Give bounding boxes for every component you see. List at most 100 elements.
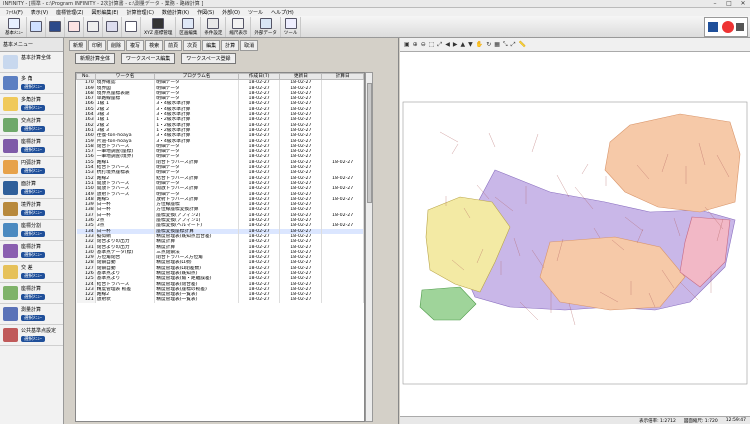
sidebar-item-select-button[interactable]: 選択ﾒﾆｭｰ (21, 189, 45, 195)
hand-icon[interactable]: ✋ (476, 41, 483, 48)
ruler-icon[interactable]: 📏 (519, 41, 526, 48)
pan-down-icon[interactable]: ▼ (468, 41, 473, 48)
sidebar-item-3[interactable]: 交点計算選択ﾒﾆｭｰ (0, 115, 63, 136)
grid-icon[interactable]: ▦ (494, 41, 500, 48)
basic-menu-button[interactable]: 基本ﾒﾆｭｰ (2, 16, 27, 37)
menu-coord[interactable]: 座標管理(Z) (52, 9, 87, 16)
menu-view[interactable]: 表示(V) (27, 9, 52, 16)
window-title: INFINITY - [標準 - c:\Program INFINITY - 2… (3, 1, 204, 7)
menu-bar: ﾌｧｲﾙ(F) 表示(V) 座標管理(Z) 図形編集(E) 計算管理(C) 数値… (0, 8, 750, 16)
zoom-window-icon[interactable]: ⬚ (429, 41, 435, 48)
worksheet-edit-button[interactable]: ワークスペース編集 (121, 52, 176, 64)
sidebar-item-7[interactable]: 境界計算選択ﾒﾆｭｰ (0, 199, 63, 220)
sidebar-item-select-button[interactable]: 選択ﾒﾆｭｰ (21, 84, 45, 90)
scale-button[interactable]: 縮尺表示 (226, 16, 252, 37)
zoom-out-icon[interactable]: ⊖ (421, 41, 426, 48)
table-row[interactable]: 121 放射状 精度管理表(一覧表) 18-02-27 18-02-27 (76, 297, 364, 303)
stamp-button[interactable] (122, 16, 141, 37)
sidebar-item-select-button[interactable]: 選択ﾒﾆｭｰ (21, 126, 45, 132)
zoom-in-icon[interactable]: ⊕ (413, 41, 418, 48)
sidebar-item-select-button[interactable]: 選択ﾒﾆｭｰ (21, 336, 45, 342)
menu-calc[interactable]: 計算管理(C) (123, 9, 158, 16)
sidebar-header[interactable]: 基本メニュー (0, 38, 63, 52)
tool-button[interactable]: ツール (281, 16, 302, 37)
pan-up-icon[interactable]: ▲ (460, 41, 465, 48)
list-tool-8[interactable]: 計算 (221, 39, 240, 51)
list-tool-5[interactable]: 前頁 (164, 39, 183, 51)
layout-button[interactable] (103, 16, 122, 37)
menu-help[interactable]: ヘルプ(H) (267, 9, 298, 16)
sidebar-item-8[interactable]: 座標分割 選択ﾒﾆｭｰ (0, 220, 63, 241)
print-button[interactable] (84, 16, 103, 37)
menu-file[interactable]: ﾌｧｲﾙ(F) (2, 9, 27, 16)
menu-numeric[interactable]: 数値計算(K) (158, 9, 193, 16)
sidebar-item-4[interactable]: 座標計算 選択ﾒﾆｭｰ (0, 136, 63, 157)
minimize-icon[interactable]: – (708, 0, 722, 8)
window-controls: – □ ✕ (708, 0, 750, 8)
menu-external[interactable]: 外部(O) (218, 9, 244, 16)
menu-draw[interactable]: 作図(S) (193, 9, 218, 16)
pan-right-icon[interactable]: ▶ (453, 41, 458, 48)
menu-tools[interactable]: ツール (244, 9, 267, 16)
list-tool-6[interactable]: 次頁 (183, 39, 202, 51)
logo-graphic-icon (708, 21, 744, 33)
zoom-fit-icon[interactable]: ⤢ (437, 41, 442, 49)
sidebar-item-10[interactable]: 交 差選択ﾒﾆｭｰ (0, 262, 63, 283)
list-tool-2[interactable]: 削除 (107, 39, 126, 51)
list-button-row: 新規計算全体 ワークスペース編集 ワークスペース登録 (65, 52, 398, 64)
table-scrollbar[interactable] (365, 72, 373, 422)
shrink-icon[interactable]: ⤢ (511, 41, 516, 49)
sidebar-item-9[interactable]: 座標計算 選択ﾒﾆｭｰ (0, 241, 63, 262)
external-data-button[interactable]: 外部データ (251, 16, 281, 37)
sidebar-item-6[interactable]: 面計算 選択ﾒﾆｭｰ (0, 178, 63, 199)
sidebar-item-select-button[interactable]: 選択ﾒﾆｭｰ (21, 147, 45, 153)
pan-left-icon[interactable]: ◀ (445, 41, 450, 48)
layout-icon (106, 20, 118, 32)
sidebar-item-select-button[interactable]: 選択ﾒﾆｭｰ (21, 231, 45, 237)
maximize-icon[interactable]: □ (722, 0, 736, 8)
sidebar-item-select-button[interactable]: 選択ﾒﾆｭｰ (21, 294, 45, 300)
sidebar-item-icon (3, 265, 18, 279)
list-tool-1[interactable]: 印刷 (88, 39, 107, 51)
expand-icon[interactable]: ⤡ (503, 41, 508, 49)
sidebar-item-0[interactable]: 基本計算全体 (0, 52, 63, 73)
brush-button[interactable] (27, 16, 46, 37)
sidebar-item-select-button[interactable]: 選択ﾒﾆｭｰ (21, 252, 45, 258)
sidebar-item-label: 多 角 (21, 76, 33, 82)
scroll-thumb[interactable] (367, 83, 372, 203)
sidebar-item-13[interactable]: 公共基準点設定 選択ﾒﾆｭｰ (0, 325, 63, 346)
sidebar-item-5[interactable]: 円弧計算 選択ﾒﾆｭｰ (0, 157, 63, 178)
sidebar-item-1[interactable]: 多 角選択ﾒﾆｭｰ (0, 73, 63, 94)
sidebar-item-icon (3, 76, 18, 90)
list-tool-0[interactable]: 新規 (69, 39, 88, 51)
sidebar-item-select-button[interactable]: 選択ﾒﾆｭｰ (21, 273, 45, 279)
list-tool-7[interactable]: 編集 (202, 39, 221, 51)
refresh-icon[interactable]: ↻ (486, 41, 491, 48)
sidebar-item-label: 境界計算 (21, 202, 42, 208)
triangle-button[interactable] (46, 16, 65, 37)
sidebar-item-12[interactable]: 測量計算 選択ﾒﾆｭｰ (0, 304, 63, 325)
sidebar-item-select-button[interactable]: 選択ﾒﾆｭｰ (21, 105, 45, 111)
status-zoom: 表示倍率: 1:2712 (639, 418, 676, 424)
print-icon[interactable]: ▣ (404, 41, 410, 48)
sidebar-item-2[interactable]: 多角計算 選択ﾒﾆｭｰ (0, 94, 63, 115)
close-icon[interactable]: ✕ (736, 0, 750, 8)
sidebar-item-select-button[interactable]: 選択ﾒﾆｭｰ (21, 168, 45, 174)
new-calc-button[interactable]: 新規計算全体 (75, 52, 116, 64)
menu-edit[interactable]: 図形編集(E) (87, 9, 122, 16)
edit-icon (182, 17, 195, 29)
worksheet-register-button[interactable]: ワークスペース登録 (181, 52, 236, 64)
sidebar-item-label: 交点計算 (21, 118, 42, 124)
list-tool-3[interactable]: 複写 (126, 39, 145, 51)
condition-button[interactable]: 条件設定 (201, 16, 227, 37)
list-tool-4[interactable]: 検索 (145, 39, 164, 51)
scale-icon (232, 17, 245, 29)
sidebar-item-select-button[interactable]: 選択ﾒﾆｭｰ (21, 210, 45, 216)
map-view[interactable] (400, 52, 750, 416)
list-tool-9[interactable]: 取消 (240, 39, 259, 51)
sidebar-item-11[interactable]: 座標計算 選択ﾒﾆｭｰ (0, 283, 63, 304)
xyz-button[interactable]: XYZ 座標管理 (141, 16, 177, 37)
sidebar-item-select-button[interactable]: 選択ﾒﾆｭｰ (21, 315, 45, 321)
grid-button[interactable] (65, 16, 84, 37)
section-edit-button[interactable]: 区画編集 (176, 16, 202, 37)
